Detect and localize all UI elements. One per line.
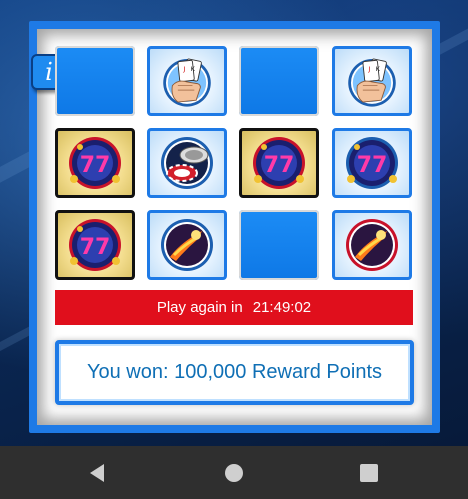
tile-r2-c2[interactable] xyxy=(147,128,227,198)
tile-r3-c3[interactable] xyxy=(239,210,319,280)
play-again-banner: Play again in 21:49:02 xyxy=(55,290,413,325)
countdown-timer: 21:49:02 xyxy=(252,299,312,316)
slot-777-icon: 77 xyxy=(346,137,398,189)
svg-text:77: 77 xyxy=(80,235,111,260)
svg-text:J: J xyxy=(367,65,370,73)
svg-text:77: 77 xyxy=(80,153,111,178)
hand-holding-cards-icon: J K xyxy=(348,58,396,107)
svg-text:77: 77 xyxy=(264,153,295,178)
comet-icon xyxy=(161,219,213,271)
tile-r2-c4[interactable]: 77 xyxy=(332,128,412,198)
slot-777-icon: 77 xyxy=(69,219,121,271)
tile-r1-c4[interactable]: J K xyxy=(332,46,412,116)
back-icon[interactable] xyxy=(86,461,110,485)
tile-r1-c3[interactable] xyxy=(239,46,319,116)
system-navigation-bar xyxy=(0,446,468,499)
svg-text:J: J xyxy=(182,65,185,73)
comet-icon xyxy=(346,219,398,271)
tile-r3-c2[interactable] xyxy=(147,210,227,280)
casino-chips-icon xyxy=(161,137,213,189)
tile-r2-c3[interactable]: 77 xyxy=(239,128,319,198)
play-again-label: Play again in xyxy=(156,299,243,316)
result-message-box: You won: 100,000 Reward Points xyxy=(55,340,414,405)
home-icon[interactable] xyxy=(222,461,246,485)
tile-r1-c1[interactable] xyxy=(55,46,135,116)
tile-r1-c2[interactable]: J K xyxy=(147,46,227,116)
recents-icon[interactable] xyxy=(357,461,381,485)
info-icon: i xyxy=(45,58,53,86)
tile-r2-c1[interactable]: 77 xyxy=(55,128,135,198)
hand-holding-cards-icon: J K xyxy=(163,58,211,107)
svg-text:77: 77 xyxy=(357,153,388,178)
slot-777-icon: 77 xyxy=(69,137,121,189)
tile-r3-c4[interactable] xyxy=(332,210,412,280)
result-message: You won: 100,000 Reward Points xyxy=(86,361,383,383)
tile-r3-c1[interactable]: 77 xyxy=(55,210,135,280)
slot-777-icon: 77 xyxy=(253,137,305,189)
